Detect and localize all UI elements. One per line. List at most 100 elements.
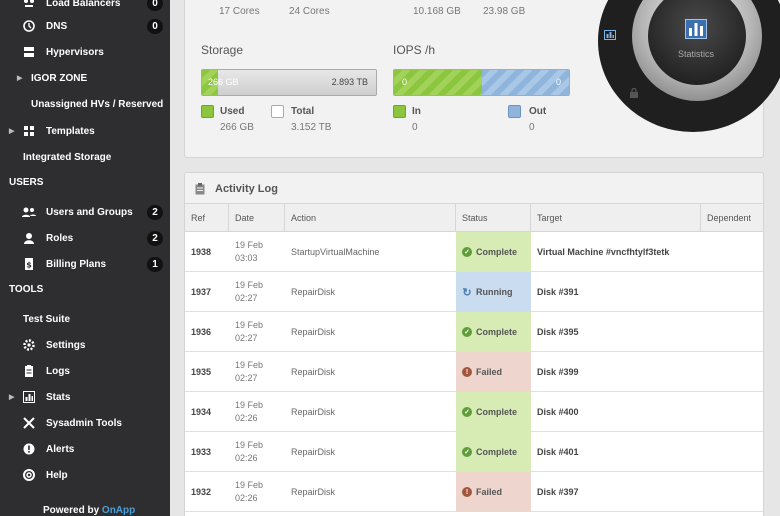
sidebar-item-hypervisors[interactable]: Hypervisors (0, 41, 170, 63)
sidebar-item-settings[interactable]: Settings (0, 334, 170, 356)
templates-icon (22, 124, 36, 138)
row-date-day: 19 Feb (235, 440, 264, 450)
sidebar-item-sysadmin-tools[interactable]: Sysadmin Tools (0, 412, 170, 434)
row-action: RepairDisk (291, 367, 336, 377)
sidebar-item-label: Logs (46, 365, 70, 377)
column-header-dependent[interactable]: Dependent (701, 204, 763, 232)
sidebar-item-dns[interactable]: DNS 0 (0, 15, 170, 37)
row-target[interactable]: Disk #401 (537, 447, 579, 457)
table-row[interactable]: 1932 19 Feb 02:26 RepairDisk! Failed Disk #39… (185, 472, 763, 512)
table-row[interactable]: 1938 19 Feb 03:03 StartupVirtualMachine ✓ Com… (185, 232, 763, 272)
sidebar-item-stats[interactable]: ▶ Stats (0, 386, 170, 408)
brand-link[interactable]: OnApp (102, 505, 135, 516)
sidebar-item-unassigned-hvs[interactable]: Unassigned HVs / Reserved (0, 93, 170, 115)
status-text: Complete (476, 407, 518, 417)
sidebar-item-label: Settings (46, 339, 86, 351)
row-target[interactable]: Disk #399 (537, 367, 579, 377)
chart-icon[interactable] (604, 27, 616, 45)
sidebar-item-label: IGOR ZONE (31, 72, 88, 84)
statistics-icon (685, 19, 707, 44)
iops-in-fill (394, 70, 482, 95)
table-row[interactable]: 1933 19 Feb 02:26 RepairDisk ✓ Complete Disk #… (185, 432, 763, 472)
row-date: 19 Feb 02:27 (235, 359, 263, 385)
row-ref: 1935 (191, 367, 212, 377)
sidebar-item-billing-plans[interactable]: $ Billing Plans 1 (0, 253, 170, 275)
legend-in-label: In (412, 106, 421, 117)
count-badge: 2 (147, 230, 163, 246)
dns-icon (22, 19, 36, 33)
column-header-date[interactable]: Date (229, 204, 285, 232)
row-action: StartupVirtualMachine (291, 247, 380, 257)
row-target[interactable]: Disk #391 (537, 287, 579, 297)
row-ref: 1938 (191, 247, 212, 257)
activity-log-panel: Activity Log Ref Date Action Status Targ… (184, 172, 764, 516)
legend-out-label: Out (529, 106, 547, 117)
arrow-right-icon: ▶ (9, 394, 15, 401)
storage-bar: 266 GB 2.893 TB (201, 69, 377, 96)
row-date-time: 02:26 (235, 413, 258, 423)
activity-log-header: Activity Log (185, 173, 763, 204)
powered-by: Powered by OnApp (43, 505, 135, 516)
sidebar-item-label: Billing Plans (46, 258, 107, 270)
sidebar-item-load-balancers[interactable]: Load Balancers 0 (0, 0, 170, 14)
row-date-time: 03:03 (235, 253, 258, 263)
legend-out-swatch (508, 105, 521, 118)
users-icon (22, 205, 36, 219)
memory-total: 23.98 GB (483, 6, 526, 17)
row-date-day: 19 Feb (235, 400, 264, 410)
row-ref: 1933 (191, 447, 212, 457)
column-header-status[interactable]: Status (456, 204, 531, 232)
column-header-action[interactable]: Action (285, 204, 456, 232)
check-circle-icon: ✓ (462, 447, 472, 457)
row-date-time: 02:27 (235, 373, 258, 383)
sidebar-item-label: Templates (46, 125, 95, 137)
row-target[interactable]: Disk #395 (537, 327, 579, 337)
sidebar-item-help[interactable]: Help (0, 464, 170, 486)
column-header-target[interactable]: Target (531, 204, 701, 232)
status-badge: ! Failed (456, 352, 531, 392)
cpu-total: 24 Cores (289, 6, 330, 17)
sidebar-item-roles[interactable]: Roles 2 (0, 227, 170, 249)
status-badge: ↻ Running (456, 272, 531, 312)
sidebar-item-test-suite[interactable]: Test Suite (0, 308, 170, 330)
gear-icon (22, 338, 36, 352)
iops-bar-out: 0 (555, 77, 561, 87)
row-date: 19 Feb 02:27 (235, 319, 263, 345)
sidebar-item-igor-zone[interactable]: ▶ IGOR ZONE (0, 67, 170, 89)
legend-total-swatch (271, 105, 284, 118)
lock-icon[interactable] (629, 85, 639, 103)
cpu-used: 17 Cores (219, 6, 260, 17)
memory-used: 10.168 GB (413, 6, 461, 17)
table-row[interactable]: 1936 19 Feb 02:27 RepairDisk ✓ Complete Disk #… (185, 312, 763, 352)
sidebar-item-integrated-storage[interactable]: Integrated Storage (0, 146, 170, 168)
sidebar-item-label: Hypervisors (46, 46, 104, 58)
sidebar-item-alerts[interactable]: Alerts (0, 438, 170, 460)
status-text: Complete (476, 327, 518, 337)
row-target[interactable]: Disk #397 (537, 487, 579, 497)
row-date-time: 02:26 (235, 453, 258, 463)
table-row[interactable]: 1934 19 Feb 02:26 RepairDisk ✓ Complete Disk #… (185, 392, 763, 432)
table-row[interactable]: 1937 19 Feb 02:27 RepairDisk ↻ Running Disk #3… (185, 272, 763, 312)
row-date-day: 19 Feb (235, 280, 264, 290)
status-text: Complete (476, 447, 518, 457)
sidebar-item-label: DNS (46, 20, 68, 32)
status-badge: ✓ Complete (456, 312, 531, 352)
sidebar-item-label: Stats (46, 391, 71, 403)
stats-icon (22, 390, 36, 404)
table-row[interactable]: 1935 19 Feb 02:27 RepairDisk ! Failed Disk #39… (185, 352, 763, 392)
sidebar-item-users-and-groups[interactable]: Users and Groups 2 (0, 201, 170, 223)
sidebar-item-templates[interactable]: ▶ Templates (0, 120, 170, 142)
status-text: Complete (476, 247, 518, 257)
billing-icon: $ (22, 257, 36, 271)
status-badge: ✓ Complete (456, 232, 531, 272)
status-badge: ✓ Complete (456, 432, 531, 472)
row-date-day: 19 Feb (235, 320, 264, 330)
count-badge: 0 (147, 18, 163, 34)
sidebar-item-label: Unassigned HVs / Reserved (31, 98, 164, 110)
row-target[interactable]: Virtual Machine #vncfhtylf3tetk (537, 247, 669, 257)
sidebar-item-logs[interactable]: Logs (0, 360, 170, 382)
row-target[interactable]: Disk #400 (537, 407, 579, 417)
check-circle-icon: ✓ (462, 407, 472, 417)
clipboard-icon (195, 182, 205, 200)
column-header-ref[interactable]: Ref (185, 204, 229, 232)
